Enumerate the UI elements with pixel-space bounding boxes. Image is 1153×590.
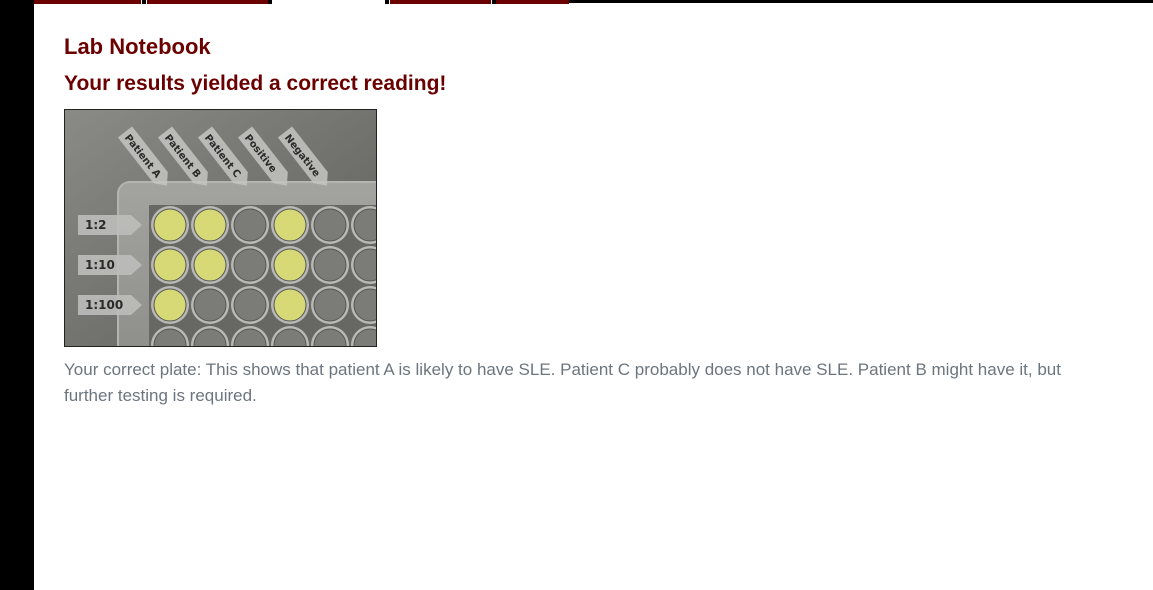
- row-label: 1:2: [85, 218, 107, 232]
- nav-separator: [142, 0, 146, 4]
- result-caption: Your correct plate: This shows that pati…: [64, 360, 1061, 405]
- well-positive: [153, 248, 187, 282]
- left-sidebar-bar: [0, 0, 34, 590]
- well-positive: [273, 248, 307, 282]
- top-nav: [34, 0, 1153, 4]
- well-positive: [193, 248, 227, 282]
- well-plate-graphic: Patient A Patient B Patient C Positive Negat…: [65, 110, 376, 346]
- nav-tab-5[interactable]: [496, 0, 569, 4]
- result-message: Your results yielded a correct reading!: [64, 72, 447, 95]
- nav-tab-1[interactable]: [34, 0, 141, 4]
- well-empty: [233, 208, 267, 242]
- well-positive: [153, 208, 187, 242]
- nav-tab-3-active[interactable]: [272, 0, 384, 4]
- nav-rule: [569, 0, 1153, 3]
- well-empty: [233, 248, 267, 282]
- well-empty: [313, 248, 347, 282]
- nav-tab-2[interactable]: [147, 0, 268, 4]
- well-empty: [313, 208, 347, 242]
- row-label: 1:10: [85, 258, 115, 272]
- nav-tab-4[interactable]: [390, 0, 491, 4]
- page-title: Lab Notebook: [64, 34, 211, 59]
- well-empty: [233, 288, 267, 322]
- plate-image: Patient A Patient B Patient C Positive Negat…: [64, 109, 377, 347]
- well-positive: [193, 208, 227, 242]
- well-empty: [313, 288, 347, 322]
- well-positive: [273, 288, 307, 322]
- well-empty: [193, 288, 227, 322]
- row-label: 1:100: [85, 298, 123, 312]
- well-positive: [273, 208, 307, 242]
- well-positive: [153, 288, 187, 322]
- nav-separator: [385, 0, 389, 4]
